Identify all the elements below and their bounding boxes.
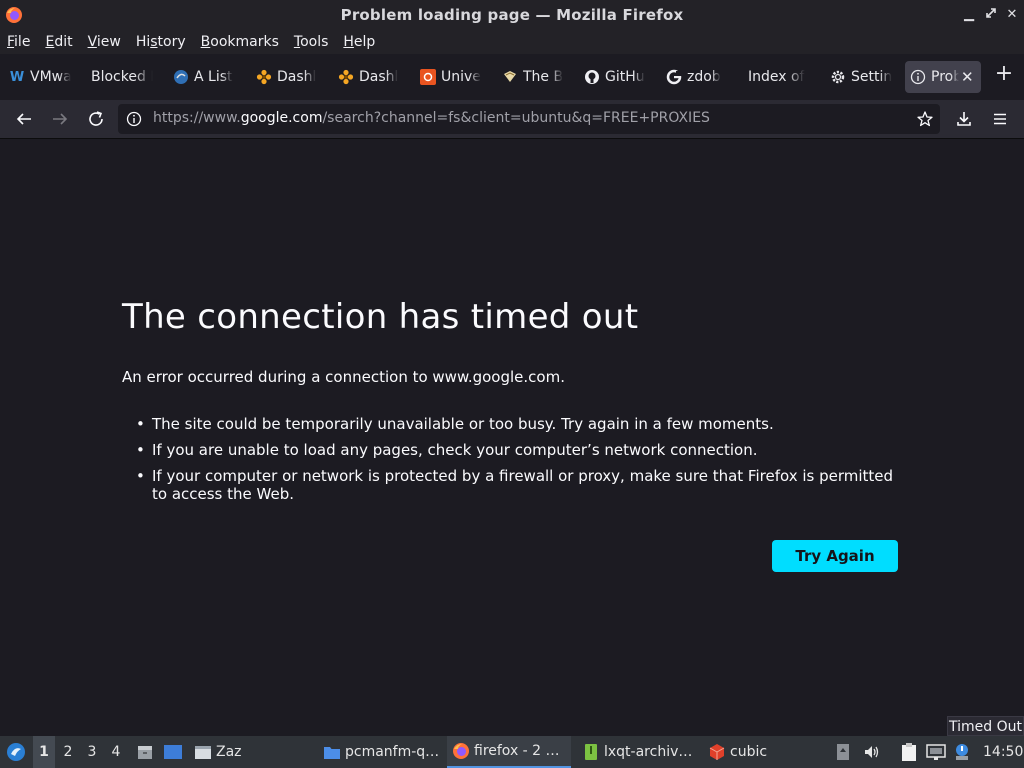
vmware-w-icon: W <box>9 69 25 85</box>
info-icon <box>910 69 926 85</box>
tab-dashboard-1[interactable]: Dashl <box>256 61 318 93</box>
tooltip: Timed Out <box>947 716 1024 736</box>
tab-google-zdob[interactable]: zdob <box>666 61 728 93</box>
firefox-icon <box>453 743 469 759</box>
start-menu-button[interactable] <box>4 736 28 768</box>
menu-history[interactable]: History <box>136 34 186 50</box>
tab-settings[interactable]: Settin <box>830 61 892 93</box>
tab-dashboard-2[interactable]: Dashl <box>338 61 400 93</box>
archive-box-icon <box>138 746 152 759</box>
list-item: If you are unable to load any pages, che… <box>122 441 912 459</box>
back-arrow-icon <box>16 113 31 125</box>
bookmark-star-icon[interactable] <box>916 110 934 128</box>
error-description: An error occurred during a connection to… <box>122 368 565 386</box>
try-again-button[interactable]: Try Again <box>772 540 898 572</box>
volume-icon <box>865 746 879 758</box>
list-item: The site could be temporarily unavailabl… <box>122 415 912 433</box>
lxqt-logo-icon <box>7 743 25 761</box>
download-icon <box>957 112 971 126</box>
scroll-icon <box>502 69 518 85</box>
flower-icon <box>256 69 272 85</box>
show-desktop-icon <box>164 745 182 759</box>
desktop-3[interactable]: 3 <box>81 736 103 768</box>
menu-tools[interactable]: Tools <box>294 34 329 50</box>
network-icon <box>926 744 946 760</box>
menu-view[interactable]: View <box>88 34 121 50</box>
tray-updates[interactable] <box>953 736 971 768</box>
tab-close-icon[interactable]: ✕ <box>961 68 974 86</box>
tray-network[interactable] <box>926 736 946 768</box>
task-zaz[interactable]: Zaz <box>194 736 314 768</box>
minimize-icon[interactable]: ▁ <box>961 7 977 23</box>
task-cubic[interactable]: cubic <box>708 736 828 768</box>
url-text[interactable]: https://www.google.com/search?channel=fs… <box>153 110 710 126</box>
window-titlebar: Problem loading page — Mozilla Firefox ▁… <box>0 0 1024 30</box>
update-notifier-icon <box>956 744 968 760</box>
taskbar: 1 2 3 4 Zaz pcmanfm-q… firefox - 2 … lxq… <box>0 736 1024 768</box>
tray-volume[interactable] <box>862 736 882 768</box>
google-icon <box>666 69 682 85</box>
error-suggestions-list: The site could be temporarily unavailabl… <box>122 415 912 511</box>
forward-button[interactable] <box>49 108 71 130</box>
tab-index-of[interactable]: Index of <box>748 61 810 93</box>
menu-file[interactable]: File <box>7 34 30 50</box>
list-item: If your computer or network is protected… <box>122 467 912 503</box>
tray-clipboard[interactable] <box>834 736 852 768</box>
window-icon <box>195 746 211 759</box>
reload-icon <box>89 111 103 126</box>
tab-a-list[interactable]: A List <box>173 61 235 93</box>
forward-arrow-icon <box>53 113 68 125</box>
restore-icon[interactable] <box>983 7 999 23</box>
tab-github[interactable]: GitHu <box>584 61 646 93</box>
back-button[interactable] <box>13 108 35 130</box>
app-menu-button[interactable] <box>989 108 1011 130</box>
menu-help[interactable]: Help <box>343 34 375 50</box>
desktop-1[interactable]: 1 <box>33 736 55 768</box>
github-icon <box>584 69 600 85</box>
quicklaunch-archive[interactable] <box>134 736 156 768</box>
folder-icon <box>324 747 340 759</box>
task-lxqt-archiver[interactable]: lxqt-archiv… <box>582 736 702 768</box>
task-pcmanfm[interactable]: pcmanfm-q… <box>323 736 443 768</box>
clock[interactable]: 14:50 <box>983 736 1023 768</box>
desktop-2[interactable]: 2 <box>57 736 79 768</box>
desktop-4[interactable]: 4 <box>105 736 127 768</box>
scroll-up-icon <box>837 744 849 760</box>
quicklaunch-desktop[interactable] <box>162 736 184 768</box>
ubuntu-icon <box>420 69 436 85</box>
url-bar[interactable]: https://www.google.com/search?channel=fs… <box>118 104 940 134</box>
error-page: The connection has timed out An error oc… <box>0 139 1024 736</box>
tray-notes[interactable] <box>899 736 919 768</box>
globe-bird-icon <box>173 69 189 85</box>
flower-icon <box>338 69 354 85</box>
new-tab-button[interactable]: + <box>993 63 1015 86</box>
error-title: The connection has timed out <box>122 297 639 337</box>
tab-strip: W VMwa Blocked I A List Dashl Dashl Univ… <box>0 54 1024 100</box>
tab-problem-loading[interactable]: Prob ✕ <box>905 61 981 93</box>
reload-button[interactable] <box>85 108 107 130</box>
tab-the-b[interactable]: The B <box>502 61 564 93</box>
clipboard-icon <box>902 743 916 761</box>
tab-vmware[interactable]: W VMwa <box>9 61 71 93</box>
cubic-icon <box>709 744 725 760</box>
site-info-icon[interactable] <box>126 111 142 127</box>
hamburger-menu-icon <box>994 113 1006 125</box>
gear-icon <box>830 69 846 85</box>
firefox-icon <box>6 7 22 23</box>
close-window-icon[interactable]: ✕ <box>1004 7 1020 23</box>
navigation-toolbar: https://www.google.com/search?channel=fs… <box>0 100 1024 138</box>
menu-bookmarks[interactable]: Bookmarks <box>201 34 279 50</box>
tab-university[interactable]: Unive <box>420 61 482 93</box>
downloads-button[interactable] <box>953 108 975 130</box>
task-firefox[interactable]: firefox - 2 … <box>447 736 571 768</box>
window-title: Problem loading page — Mozilla Firefox <box>340 6 684 24</box>
menu-edit[interactable]: Edit <box>45 34 72 50</box>
archive-icon <box>585 744 597 760</box>
tab-blocked[interactable]: Blocked I <box>91 61 153 93</box>
menu-bar: File Edit View History Bookmarks Tools H… <box>0 30 1024 54</box>
